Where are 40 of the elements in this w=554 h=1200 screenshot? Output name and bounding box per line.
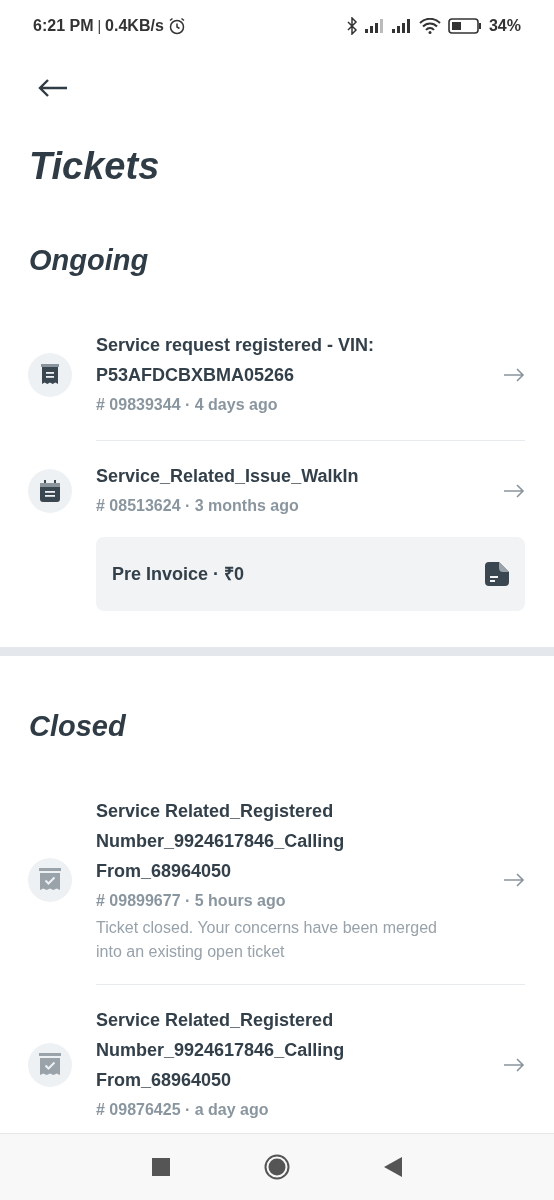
document-icon: [485, 562, 509, 586]
section-heading: Ongoing: [28, 243, 150, 278]
ticket-row[interactable]: Service Related_Registered Number_9924617846_Calling From_68964050 # 09876425 · a day ago: [28, 1005, 525, 1125]
arrow-right-icon: [503, 484, 525, 498]
status-time: 6:21 PM: [33, 16, 94, 36]
arrow-right-icon: [503, 368, 525, 382]
arrow-right-icon: [503, 873, 525, 887]
pre-invoice-card[interactable]: Pre Invoice · ₹0: [96, 537, 525, 611]
home-icon[interactable]: [264, 1154, 290, 1180]
alarm-icon: [167, 17, 186, 35]
arrow-right-icon: [503, 1058, 525, 1072]
section-heading: Closed: [28, 709, 127, 744]
ticket-title: Service request registered - VIN: P53AFDCBXBMA05266: [96, 334, 376, 387]
ticket-meta: # 09899677 · 5 hours ago: [96, 891, 287, 911]
ticket-title: Service Related_Registered Number_9924617846_Calling From_68964050: [96, 800, 346, 883]
ticket-meta: # 09876425 · a day ago: [96, 1100, 270, 1120]
ticket-meta: # 08513624 · 3 months ago: [96, 496, 300, 516]
wifi-icon: [418, 18, 441, 34]
receipt-icon: [41, 364, 59, 386]
network-speed: 0.4KB/s: [105, 16, 164, 36]
signal-icon: [364, 19, 385, 33]
invoice-label: Pre Invoice · ₹0: [112, 562, 245, 586]
calendar-icon: [40, 480, 60, 502]
ticket-title: Service_Related_Issue_WalkIn: [96, 465, 360, 488]
page-title: Tickets: [28, 144, 161, 189]
battery-percent: 34%: [488, 16, 521, 36]
ticket-row[interactable]: Service_Related_Issue_WalkIn # 08513624 · 3 months ago: [28, 461, 525, 521]
back-icon[interactable]: [38, 78, 68, 98]
signal-icon: [391, 19, 412, 33]
ticket-row[interactable]: Service request registered - VIN: P53AFDCBXBMA05266 # 09839344 · 4 days ago: [28, 330, 525, 420]
ticket-description: Ticket closed. Your concerns have been merged into an existing open ticket: [96, 918, 438, 962]
ticket-meta: # 09839344 · 4 days ago: [96, 395, 279, 415]
ticket-row[interactable]: Service Related_Registered Number_9924617846_Calling From_68964050 # 09899677 · 5 hours ago Ticket closed. Your concerns have been merged into an existing open ticket: [28, 796, 525, 964]
archived-receipt-icon: [39, 868, 61, 892]
status-separator: |: [97, 16, 102, 36]
archived-receipt-icon: [39, 1053, 61, 1077]
ticket-title: Service Related_Registered Number_9924617846_Calling From_68964050: [96, 1009, 346, 1092]
battery-icon: [447, 18, 482, 34]
bluetooth-icon: [345, 17, 358, 35]
back-nav-icon[interactable]: [384, 1157, 402, 1177]
